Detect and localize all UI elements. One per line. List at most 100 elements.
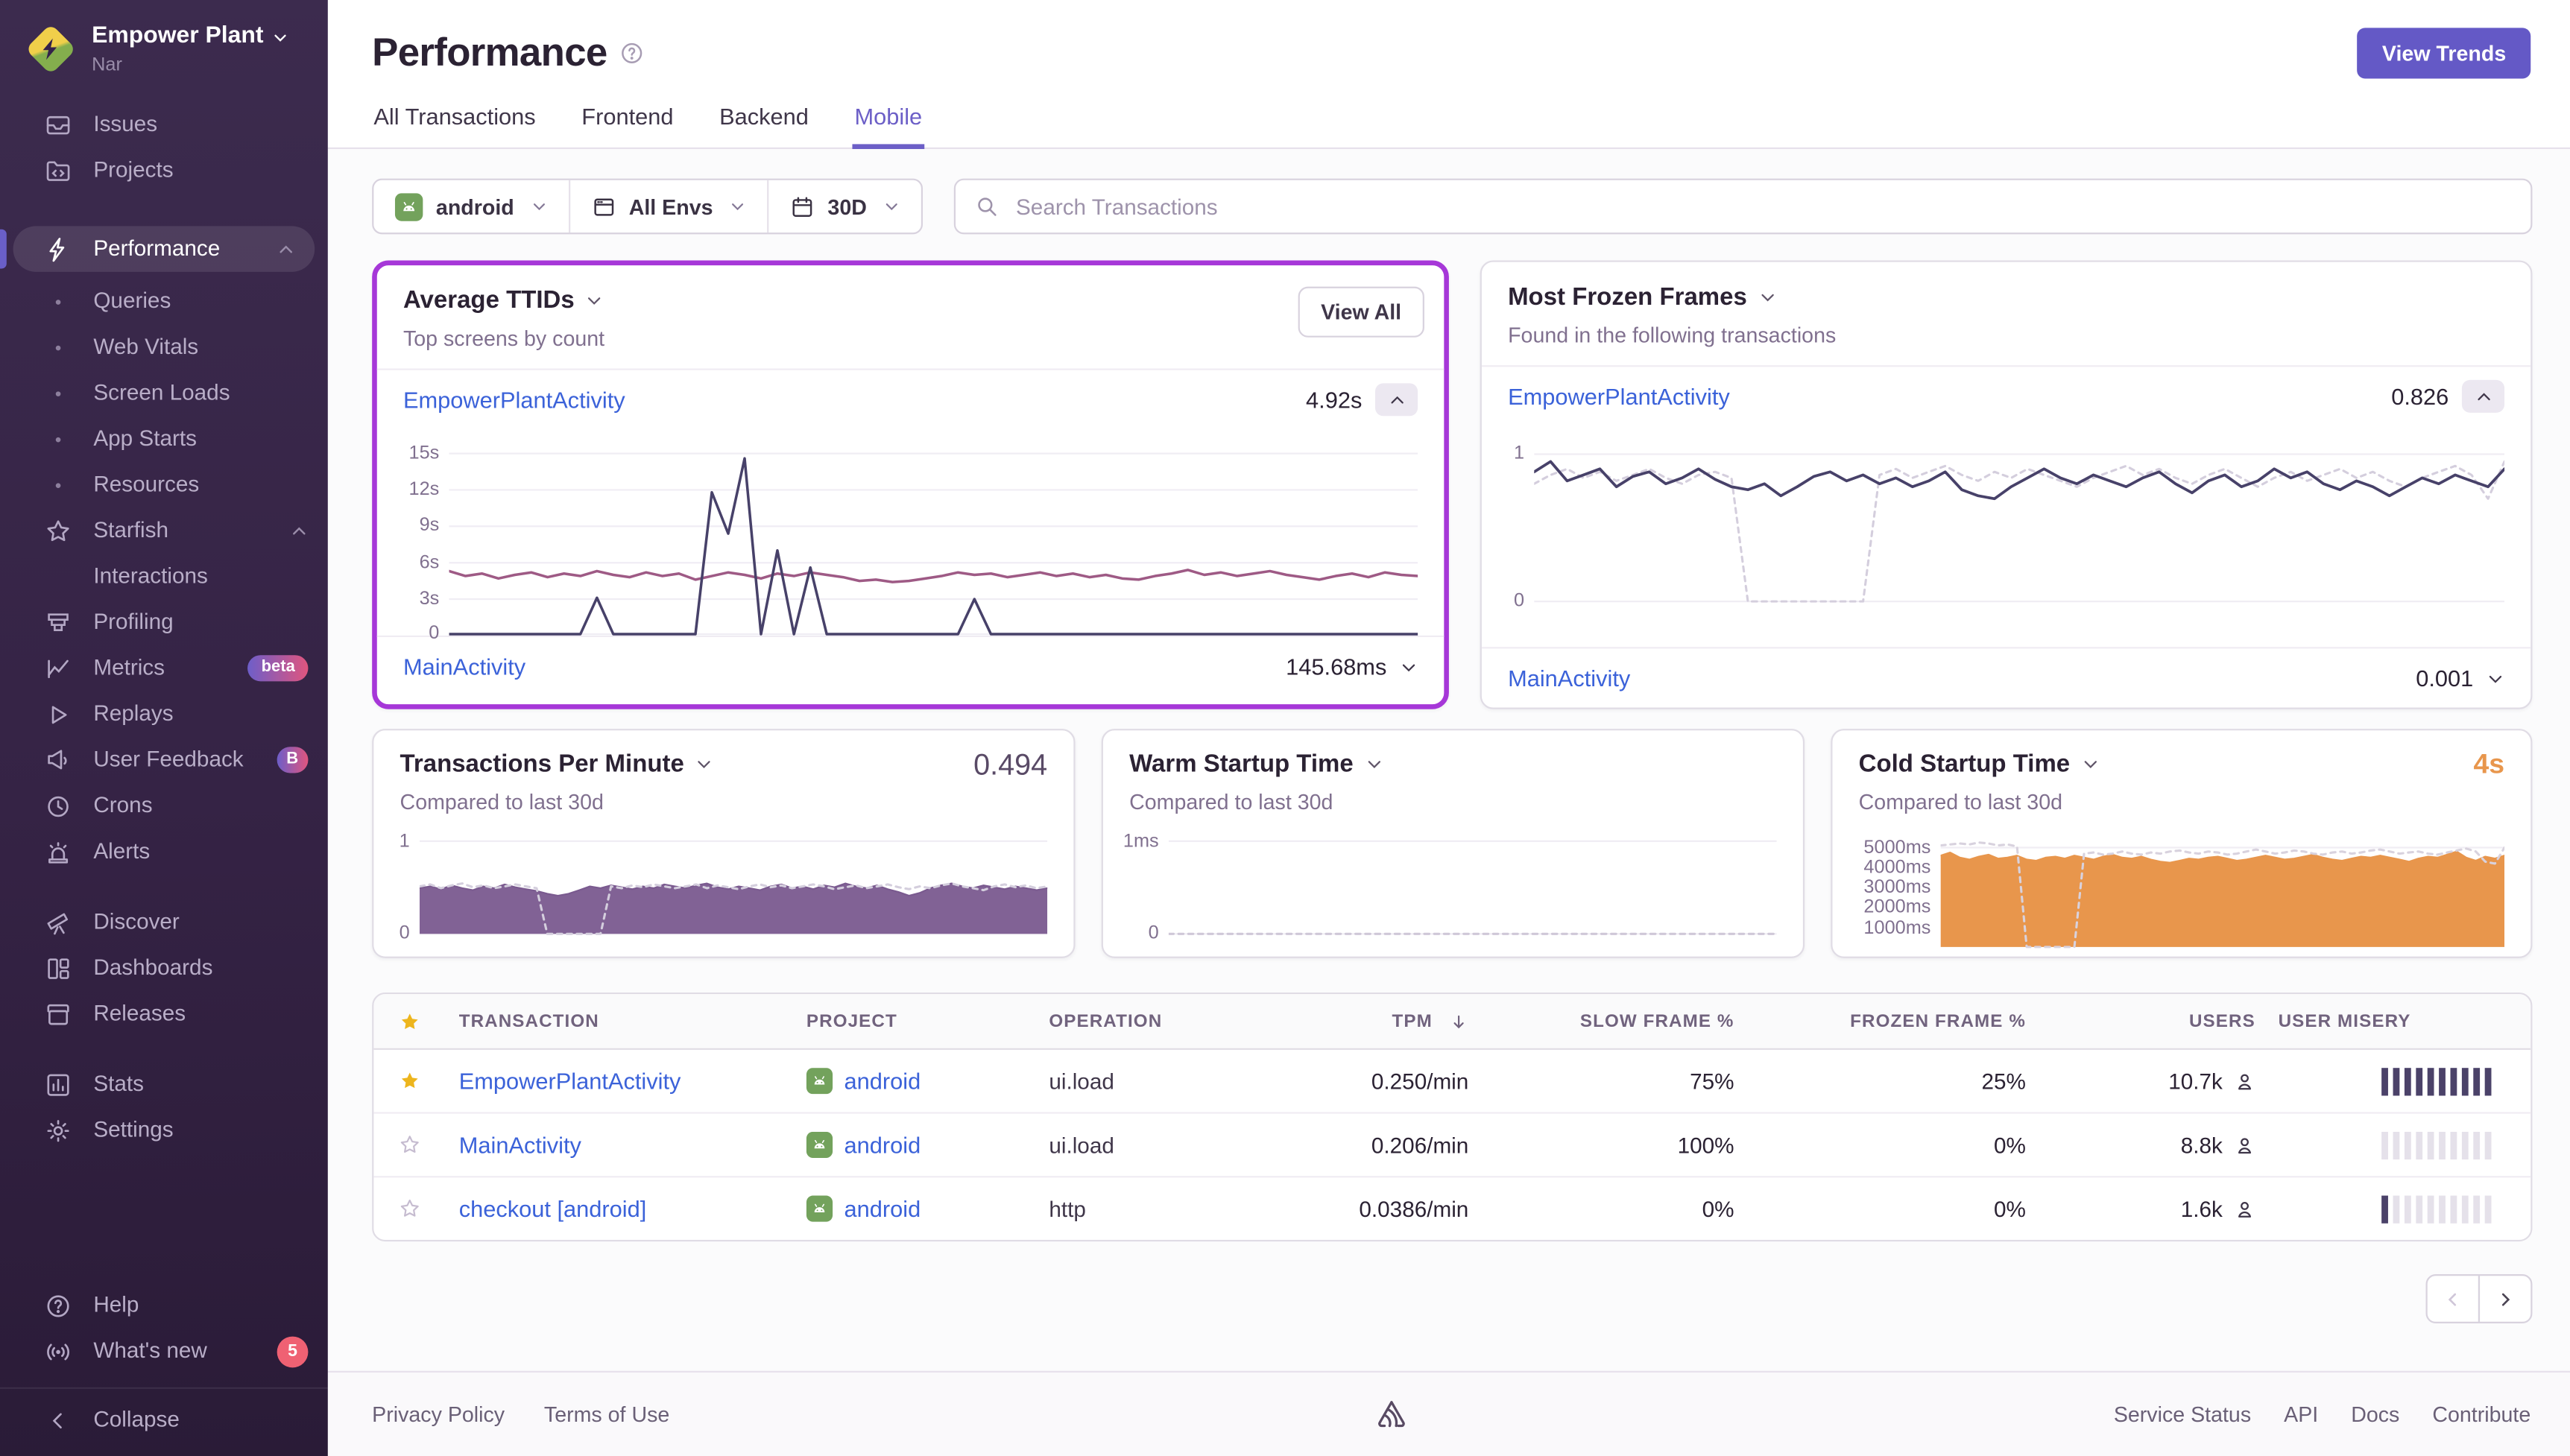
view-all-button[interactable]: View All	[1298, 287, 1424, 338]
dashboards-icon	[42, 954, 72, 981]
sidebar-item-user-feedback[interactable]: User FeedbackB	[0, 737, 328, 783]
sidebar-item-releases[interactable]: Releases	[0, 991, 328, 1037]
collapse-row-button[interactable]	[1375, 383, 1418, 416]
warm-startup-chart: 1ms0	[1103, 827, 1803, 935]
tpm-value: 0.494	[973, 748, 1047, 782]
sidebar-item-crons[interactable]: Crons	[0, 783, 328, 829]
column-header-star[interactable]	[373, 1010, 446, 1033]
star-toggle[interactable]	[398, 1197, 421, 1221]
sidebar-item-stats[interactable]: Stats	[0, 1061, 328, 1107]
transaction-link[interactable]: MainActivity	[1508, 665, 1630, 691]
column-header-user-misery[interactable]: USER MISERY	[2265, 1011, 2532, 1031]
view-trends-button[interactable]: View Trends	[2358, 28, 2530, 78]
footer-link-privacy-policy[interactable]: Privacy Policy	[372, 1402, 505, 1426]
star-toggle[interactable]	[398, 1069, 421, 1092]
sidebar-item-issues[interactable]: Issues	[0, 101, 328, 148]
tab-mobile[interactable]: Mobile	[853, 100, 924, 149]
footer-link-terms-of-use[interactable]: Terms of Use	[544, 1402, 669, 1426]
sidebar-item-metrics[interactable]: Metricsbeta	[0, 645, 328, 691]
project-link[interactable]: android	[844, 1132, 921, 1158]
transaction-link[interactable]: EmpowerPlantActivity	[403, 387, 625, 413]
tab-frontend[interactable]: Frontend	[580, 100, 675, 149]
column-header-users[interactable]: USERS	[2036, 1011, 2265, 1031]
footer-link-contribute[interactable]: Contribute	[2432, 1402, 2530, 1426]
sidebar-item-label: Discover	[93, 911, 179, 934]
sidebar-item-alerts[interactable]: Alerts	[0, 829, 328, 875]
sidebar-item-label: App Starts	[93, 428, 197, 450]
pagination	[372, 1274, 2532, 1323]
sidebar-item-starfish[interactable]: Starfish	[0, 507, 328, 554]
panel-average-ttids-title-control[interactable]: Average TTIDs	[403, 287, 1418, 314]
transaction-link[interactable]: MainActivity	[459, 1132, 581, 1158]
panel-most-frozen-frames-title-control[interactable]: Most Frozen Frames	[1508, 283, 2504, 311]
sidebar-item-performance[interactable]: Performance	[13, 226, 315, 272]
table-cell: 0%	[1478, 1197, 1743, 1221]
sidebar-item-interactions[interactable]: Interactions	[0, 554, 328, 600]
panel-tpm-title-control[interactable]: Transactions Per Minute	[400, 750, 1048, 778]
nav-spacer	[0, 875, 328, 899]
tab-all-transactions[interactable]: All Transactions	[372, 100, 537, 149]
sidebar-item-app-starts[interactable]: App Starts	[0, 416, 328, 462]
tab-backend[interactable]: Backend	[718, 100, 810, 149]
search-input[interactable]	[1013, 192, 2511, 220]
org-switcher[interactable]: Empower Plant Nar	[0, 0, 328, 90]
users-count: 8.8k	[2181, 1133, 2223, 1157]
column-header-project[interactable]: PROJECT	[793, 1011, 1035, 1031]
column-header-operation[interactable]: OPERATION	[1036, 1011, 1282, 1031]
project-link[interactable]: android	[844, 1196, 921, 1222]
transaction-link[interactable]: MainActivity	[403, 653, 525, 680]
transaction-link[interactable]: checkout [android]	[459, 1196, 647, 1222]
transaction-link[interactable]: EmpowerPlantActivity	[459, 1068, 681, 1094]
bullet-icon	[42, 482, 72, 487]
sidebar-item-label: Dashboards	[93, 957, 212, 979]
column-header-frozen-frame[interactable]: FROZEN FRAME %	[1744, 1011, 2036, 1031]
sidebar-item-screen-loads[interactable]: Screen Loads	[0, 370, 328, 417]
column-header-tpm[interactable]: TPM	[1282, 1011, 1479, 1031]
sidebar-item-dashboards[interactable]: Dashboards	[0, 945, 328, 991]
project-link[interactable]: android	[844, 1068, 921, 1094]
next-page-button[interactable]	[2478, 1274, 2533, 1323]
sidebar-item-discover[interactable]: Discover	[0, 899, 328, 946]
table-cell: 100%	[1478, 1133, 1743, 1157]
chevron-down-icon	[1365, 755, 1383, 773]
transaction-link[interactable]: EmpowerPlantActivity	[1508, 383, 1730, 409]
sidebar-item-resources[interactable]: Resources	[0, 462, 328, 508]
panel-cold-startup-time: Cold Startup Time Compared to last 30d 4…	[1831, 729, 2532, 958]
sidebar-item-help[interactable]: Help	[0, 1282, 328, 1329]
collapse-row-button[interactable]	[2462, 380, 2504, 413]
y-axis-tick-label: 6s	[420, 553, 440, 572]
table-cell: android	[793, 1068, 1035, 1094]
android-icon	[806, 1196, 833, 1222]
sidebar-item-settings[interactable]: Settings	[0, 1107, 328, 1153]
expand-row-button[interactable]	[2487, 669, 2504, 687]
star-toggle[interactable]	[398, 1133, 421, 1156]
date-range-filter[interactable]: 30D	[767, 180, 921, 232]
y-axis-tick-label: 9s	[420, 516, 440, 536]
footer-link-docs[interactable]: Docs	[2351, 1402, 2399, 1426]
sidebar-item-what-s-new[interactable]: What's new5	[0, 1329, 328, 1375]
panel-warm-title-control[interactable]: Warm Startup Time	[1129, 750, 1777, 778]
megaphone-icon	[42, 746, 72, 773]
environment-filter[interactable]: All Envs	[568, 180, 767, 232]
project-filter[interactable]: android	[373, 180, 568, 232]
sidebar-item-replays[interactable]: Replays	[0, 691, 328, 738]
slow-frame-pct-value: 100%	[1678, 1133, 1734, 1157]
help-icon[interactable]	[620, 41, 645, 66]
footer-link-api[interactable]: API	[2284, 1402, 2318, 1426]
sidebar-item-projects[interactable]: Projects	[0, 148, 328, 194]
column-header-transaction[interactable]: TRANSACTION	[446, 1011, 793, 1031]
expand-row-button[interactable]	[1400, 657, 1418, 675]
table-row-mainactivity: MainActivityandroidui.load0.206/min100%0…	[373, 1112, 2530, 1176]
sidebar-item-queries[interactable]: Queries	[0, 279, 328, 325]
user-icon	[2234, 1198, 2255, 1220]
sidebar-item-label: Help	[93, 1294, 139, 1317]
chevron-up-icon	[290, 522, 308, 539]
sidebar-item-web-vitals[interactable]: Web Vitals	[0, 324, 328, 370]
column-header-slow-frame[interactable]: SLOW FRAME %	[1478, 1011, 1743, 1031]
sidebar-item-profiling[interactable]: Profiling	[0, 599, 328, 645]
user-misery-bars	[2381, 1131, 2521, 1159]
footer-link-service-status[interactable]: Service Status	[2114, 1402, 2251, 1426]
panel-cold-title-control[interactable]: Cold Startup Time	[1859, 750, 2504, 778]
sidebar-collapse-button[interactable]: Collapse	[0, 1397, 328, 1443]
previous-page-button[interactable]	[2426, 1274, 2481, 1323]
